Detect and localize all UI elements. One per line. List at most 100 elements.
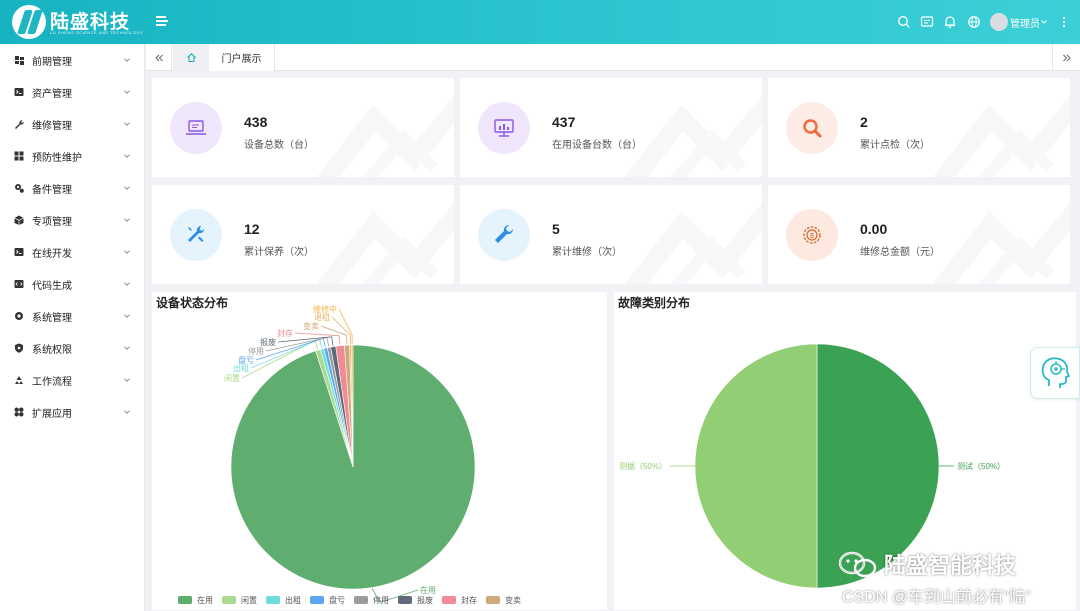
- card-background-pattern: [316, 95, 454, 177]
- sidebar-item-label: 扩展应用: [32, 408, 72, 420]
- sidebar-item-label: 资产管理: [32, 88, 72, 100]
- chevron-down-icon: [124, 410, 130, 414]
- card-background-pattern: [932, 202, 1070, 284]
- search-icon[interactable]: [897, 15, 911, 29]
- terminal-icon: [14, 88, 24, 96]
- legend-swatch[interactable]: [178, 596, 192, 604]
- stat-card: 437 在用设备台数（台）: [460, 78, 762, 177]
- legend-label[interactable]: 出租: [285, 595, 301, 605]
- chevron-down-icon: [124, 90, 130, 94]
- sidebar-item[interactable]: 工作流程: [0, 364, 145, 396]
- ai-head-icon: [1041, 357, 1070, 388]
- legend-label[interactable]: 盘亏: [329, 595, 345, 605]
- card-value: 5: [552, 221, 560, 237]
- message-icon[interactable]: [920, 15, 934, 29]
- sidebar-item[interactable]: 系统权限: [0, 332, 145, 364]
- pie-slice[interactable]: [816, 343, 940, 589]
- stat-card: 5 累计维修（次）: [460, 185, 762, 284]
- sidebar-item-label: 专项管理: [32, 216, 72, 228]
- panel-title: 故障类别分布: [618, 296, 691, 310]
- legend-label[interactable]: 封存: [461, 595, 477, 605]
- card-value: 437: [552, 114, 576, 130]
- menu-fold-icon[interactable]: [155, 14, 169, 28]
- panel-title: 设备状态分布: [156, 296, 229, 310]
- stat-card: 438 设备总数（台）: [152, 78, 454, 177]
- sidebar-item-label: 预防性维护: [32, 152, 82, 164]
- card-label: 累计保养（次）: [244, 247, 314, 258]
- sidebar-item-label: 工作流程: [32, 376, 72, 388]
- user-name: 管理员: [1010, 18, 1040, 30]
- card-background-pattern: [624, 202, 762, 284]
- tab-bar: 门户展示: [146, 44, 1080, 71]
- legend-label[interactable]: 报废: [417, 595, 433, 605]
- card-value: 438: [244, 114, 268, 130]
- legend-swatch[interactable]: [222, 596, 236, 604]
- stat-card: 2 累计点检（次）: [768, 78, 1070, 177]
- home-icon: [186, 53, 196, 63]
- legend-swatch[interactable]: [354, 596, 368, 604]
- brand-subtitle: LU SHENG SCIENCE AND TECHNOLOGY: [50, 30, 144, 35]
- sidebar-item-label: 备件管理: [32, 184, 72, 196]
- monitor-chart-icon: [478, 102, 530, 154]
- pie-slice[interactable]: [694, 343, 818, 589]
- pie-label: 报废: [260, 337, 276, 347]
- terminal-icon: [14, 248, 24, 256]
- sidebar-item[interactable]: 代码生成: [0, 268, 145, 300]
- stat-card: 12 累计保养（次）: [152, 185, 454, 284]
- tab-home[interactable]: [173, 44, 209, 71]
- sidebar-item[interactable]: 备件管理: [0, 172, 145, 204]
- sidebar-item[interactable]: 扩展应用: [0, 396, 145, 428]
- globe-icon[interactable]: [967, 15, 981, 29]
- sidebar-item-label: 维修管理: [32, 120, 72, 132]
- gears-icon: [15, 184, 24, 193]
- legend-label[interactable]: 在用: [197, 595, 213, 605]
- equipment-status-panel: 设备状态分布 在用 闲置 出租 盘亏 停用 报废 封存 变卖 退租 维修中 在用 闲置 出租 盘亏 停用 报废…: [152, 292, 607, 610]
- legend-label[interactable]: 停用: [373, 595, 389, 605]
- recycle-icon: [15, 376, 23, 384]
- top-header: 陆盛科技 LU SHENG SCIENCE AND TECHNOLOGY 管理员: [0, 0, 1080, 44]
- card-value: 2: [860, 114, 868, 130]
- sidebar-item[interactable]: 前期管理: [0, 44, 145, 76]
- pie-label: 在用: [420, 585, 436, 595]
- chevron-down-icon: [124, 154, 130, 158]
- search-icon: [786, 102, 838, 154]
- sidebar-item[interactable]: 预防性维护: [0, 140, 145, 172]
- pie-label: 封存: [277, 328, 293, 338]
- wrench-icon: [15, 119, 24, 129]
- tabs-scroll-left-icon[interactable]: [146, 44, 172, 71]
- ai-assistant-button[interactable]: [1030, 347, 1080, 399]
- sidebar-item[interactable]: 系统管理: [0, 300, 145, 332]
- user-menu[interactable]: 管理员: [990, 13, 1048, 31]
- legend-label[interactable]: 闲置: [241, 596, 257, 605]
- chevron-down-icon: [124, 250, 130, 254]
- card-label: 设备总数（台）: [244, 140, 314, 151]
- bell-icon[interactable]: [943, 15, 957, 29]
- more-vertical-icon[interactable]: [1060, 15, 1068, 29]
- legend-swatch[interactable]: [442, 596, 456, 604]
- fault-category-panel: 故障类别分布 测试（50%） 测据（50%）: [614, 292, 1076, 610]
- legend-swatch[interactable]: [398, 596, 412, 604]
- tabs-scroll-right-icon[interactable]: [1052, 44, 1080, 71]
- sidebar-item[interactable]: 维修管理: [0, 108, 145, 140]
- sidebar-item[interactable]: 资产管理: [0, 76, 145, 108]
- sidebar-item-label: 系统权限: [32, 344, 72, 356]
- chevron-down-icon: [124, 122, 130, 126]
- sidebar-item[interactable]: 在线开发: [0, 236, 145, 268]
- card-background-pattern: [932, 95, 1070, 177]
- legend-swatch[interactable]: [310, 596, 324, 604]
- legend-swatch[interactable]: [266, 596, 280, 604]
- card-background-pattern: [316, 202, 454, 284]
- sidebar-item[interactable]: 专项管理: [0, 204, 145, 236]
- tools-icon: [170, 209, 222, 261]
- tab-portal[interactable]: 门户展示: [209, 44, 275, 71]
- card-value: 0.00: [860, 221, 888, 237]
- logo: 陆盛科技 LU SHENG SCIENCE AND TECHNOLOGY: [10, 4, 150, 40]
- legend-swatch[interactable]: [486, 596, 500, 604]
- chevron-down-icon: [124, 346, 130, 350]
- equipment-status-pie-chart: 在用闲置出租盘亏停用报废封存变卖退租维修中在用 闲置 出租 盘亏 停用 报废 封存 变卖: [178, 304, 521, 605]
- pie-label: 盘亏: [238, 355, 254, 365]
- chevron-down-icon: [124, 378, 130, 382]
- sidebar-item-label: 代码生成: [32, 280, 72, 292]
- legend-label[interactable]: 变卖: [505, 595, 521, 605]
- cubes-icon: [14, 215, 24, 225]
